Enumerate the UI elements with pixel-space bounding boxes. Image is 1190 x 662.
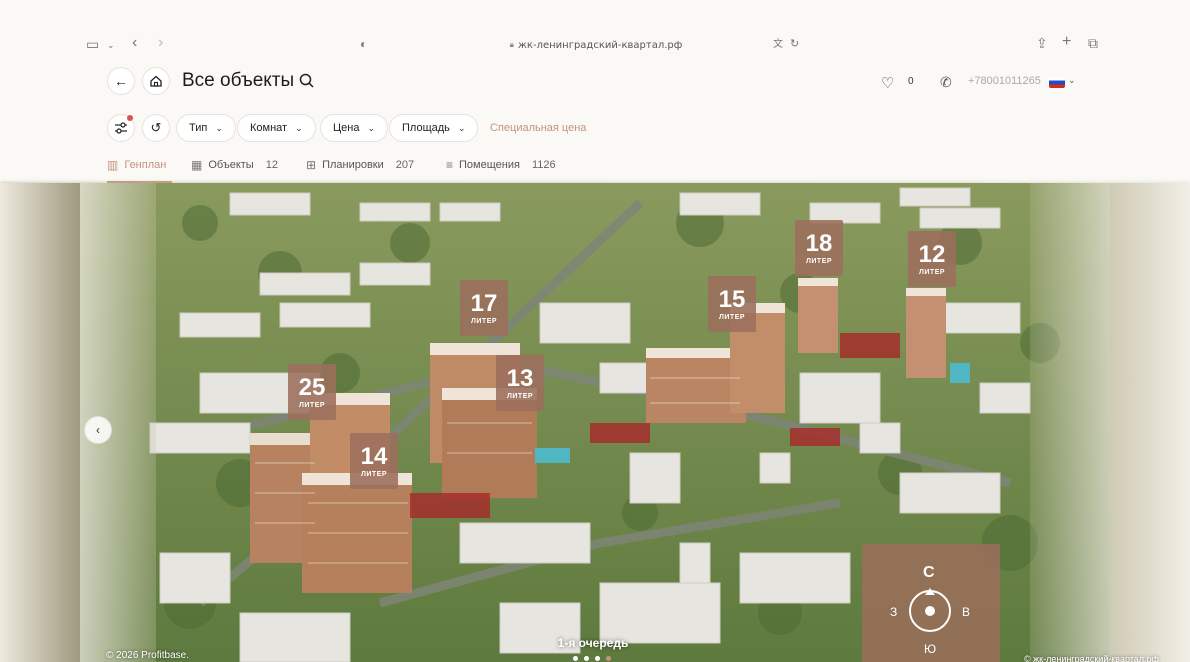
filter-label: Площадь (402, 122, 450, 134)
map-fade-right (1030, 183, 1110, 662)
liter-label: ЛИТЕР (805, 257, 833, 265)
sliders-icon (115, 122, 127, 134)
tab-genplan[interactable]: ▥ Генплан (107, 158, 166, 172)
liter-number: 12 (918, 240, 946, 268)
compass-west: З (890, 605, 898, 619)
slider-dot[interactable] (595, 656, 600, 661)
liter-marker-18[interactable]: 18 ЛИТЕР (795, 220, 843, 276)
reset-button[interactable]: ↺ (142, 114, 170, 142)
address-bar[interactable]: 🔒︎ жк-ленинградский-квартал.рф (386, 34, 806, 56)
compass-north: С (923, 564, 935, 581)
tab-count: 207 (395, 159, 415, 171)
liter-label: ЛИТЕР (918, 268, 946, 276)
heart-icon[interactable]: ♡ (881, 74, 894, 92)
liter-marker-17[interactable]: 17 ЛИТЕР (460, 280, 508, 336)
tab-premises[interactable]: ≡ Помещения 1126 (446, 158, 556, 172)
chevron-down-icon[interactable]: ⌄ (107, 38, 115, 52)
browser-toolbar: ▭ ⌄ ‹ › ◐ 🔒︎ жк-ленинградский-квартал.рф… (0, 28, 1190, 60)
arrow-left-icon: ← (114, 73, 128, 89)
chevron-left-icon: ‹ (96, 423, 100, 437)
home-button[interactable] (142, 67, 170, 95)
compass: С З В Ю (862, 544, 1000, 662)
tabs-overview-icon[interactable]: ⧉ (1088, 36, 1098, 50)
slider-dot-active[interactable] (606, 656, 611, 661)
copyright-text: © 2026 Profitbase. (106, 650, 189, 661)
tab-label: Генплан (124, 159, 167, 171)
back-button[interactable]: ← (107, 67, 135, 95)
liter-label: ЛИТЕР (360, 470, 388, 478)
liter-marker-12[interactable]: 12 ЛИТЕР (908, 231, 956, 287)
url-text: жк-ленинградский-квартал.рф (517, 39, 683, 51)
tab-label: Планировки (322, 159, 384, 171)
phone-number[interactable]: +78001011265 (968, 75, 1041, 87)
chevron-down-icon: ⌄ (367, 122, 375, 133)
slider-dot[interactable] (584, 656, 589, 661)
reset-icon: ↺ (150, 120, 162, 135)
liter-label: ЛИТЕР (718, 313, 746, 321)
liter-marker-13[interactable]: 13 ЛИТЕР (496, 355, 544, 411)
building-icon: ▦ (191, 158, 203, 172)
liter-number: 18 (805, 229, 833, 257)
liter-number: 14 (360, 442, 388, 470)
tab-layouts[interactable]: ⊞ Планировки 207 (306, 158, 414, 172)
chevron-down-icon: ⌄ (457, 122, 466, 133)
chevron-down-icon: ⌄ (215, 122, 223, 133)
liter-label: ЛИТЕР (470, 317, 498, 325)
compass-rose-icon (909, 588, 951, 632)
liter-number: 25 (298, 373, 326, 401)
queue-label: 1-я очередь (557, 636, 629, 650)
lock-icon: 🔒︎ (509, 40, 514, 49)
filter-rooms[interactable]: Комнат ⌄ (237, 114, 316, 142)
home-icon (150, 75, 162, 87)
liter-label: ЛИТЕР (506, 392, 534, 400)
search-icon[interactable] (299, 73, 314, 88)
map-prev-button[interactable]: ‹ (84, 416, 112, 444)
liter-number: 13 (506, 364, 534, 392)
liter-marker-15[interactable]: 15 ЛИТЕР (708, 276, 756, 332)
chevron-down-icon: ⌄ (295, 122, 303, 133)
list-icon: ≡ (446, 158, 454, 172)
floorplan-icon: ⊞ (306, 158, 317, 172)
liter-marker-14[interactable]: 14 ЛИТЕР (350, 433, 398, 489)
domain-footer: © жк-ленинградский-квартал.рф (1024, 654, 1159, 662)
filter-label: Тип (189, 122, 208, 134)
tab-label: Помещения (459, 159, 520, 171)
russia-flag-icon[interactable] (1049, 77, 1065, 88)
page-title: Все объекты (182, 70, 295, 91)
chevron-down-icon[interactable]: ⌄ (1068, 75, 1076, 86)
forward-nav-icon[interactable]: › (158, 35, 163, 51)
liter-label: ЛИТЕР (298, 401, 326, 409)
filter-price[interactable]: Цена ⌄ (320, 114, 388, 142)
tab-label: Объекты (208, 159, 254, 171)
filter-area[interactable]: Площадь ⌄ (389, 114, 479, 142)
compass-south: Ю (924, 642, 937, 656)
slider-dots (573, 656, 611, 661)
liter-number: 15 (718, 285, 746, 313)
filter-type[interactable]: Тип ⌄ (176, 114, 236, 142)
translate-icon[interactable]: 文 (773, 38, 783, 52)
tab-count: 1126 (531, 159, 556, 171)
new-tab-icon[interactable]: + (1062, 34, 1071, 50)
reload-icon[interactable]: ↻ (790, 37, 799, 51)
notification-dot (127, 115, 133, 121)
tab-objects[interactable]: ▦ Объекты 12 (191, 158, 278, 172)
slider-dot[interactable] (573, 656, 578, 661)
liter-number: 17 (470, 289, 498, 317)
special-price-link[interactable]: Специальная цена (490, 122, 586, 134)
filter-label: Цена (333, 122, 360, 134)
compass-east: В (962, 605, 971, 619)
share-icon[interactable]: ⇪ (1036, 36, 1048, 50)
back-nav-icon[interactable]: ‹ (132, 35, 137, 51)
tab-count: 12 (265, 159, 278, 171)
filter-label: Комнат (250, 122, 288, 134)
shield-icon[interactable]: ◐ (360, 37, 367, 51)
favorites-count: 0 (908, 76, 914, 87)
sidebar-toggle-icon[interactable]: ▭ (86, 37, 99, 51)
map-background-left (0, 183, 80, 662)
map-background-right (1110, 183, 1190, 662)
map-icon: ▥ (107, 158, 119, 172)
phone-icon[interactable]: ✆ (940, 74, 952, 91)
liter-marker-25[interactable]: 25 ЛИТЕР (288, 364, 336, 420)
